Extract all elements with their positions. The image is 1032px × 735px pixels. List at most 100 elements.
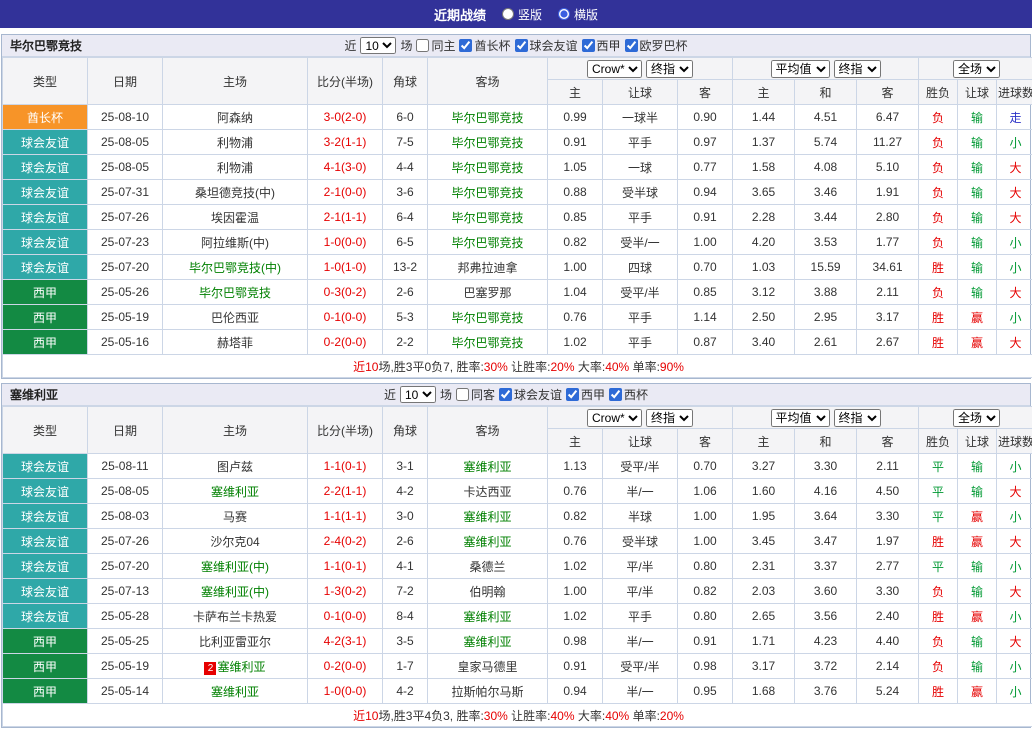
away-team[interactable]: 塞维利亚 [428, 604, 548, 629]
home-team-name[interactable]: 阿拉维斯(中) [201, 236, 269, 250]
competition-filter[interactable]: 欧罗巴杯 [625, 37, 688, 54]
home-team-name[interactable]: 毕尔巴鄂竞技 [199, 286, 271, 300]
match-count-select[interactable]: 10 [400, 386, 436, 403]
home-team[interactable]: 塞维利亚(中) [163, 554, 308, 579]
away-team[interactable]: 邦弗拉迪拿 [428, 255, 548, 280]
away-team-name[interactable]: 桑德兰 [469, 560, 505, 574]
home-team-name[interactable]: 利物浦 [217, 136, 253, 150]
match-score[interactable]: 4-2(3-1) [308, 629, 383, 654]
team-name[interactable]: 毕尔巴鄂竞技 [10, 37, 82, 54]
away-team-name[interactable]: 拉斯帕尔马斯 [451, 685, 523, 699]
away-team-name[interactable]: 毕尔巴鄂竞技 [451, 211, 523, 225]
away-team-name[interactable]: 毕尔巴鄂竞技 [451, 311, 523, 325]
match-score[interactable]: 2-1(0-0) [308, 180, 383, 205]
home-team-name[interactable]: 赫塔菲 [217, 336, 253, 350]
away-team[interactable]: 拉斯帕尔马斯 [428, 679, 548, 704]
away-team-name[interactable]: 毕尔巴鄂竞技 [451, 336, 523, 350]
home-team-name[interactable]: 塞维利亚(中) [201, 560, 269, 574]
away-team[interactable]: 毕尔巴鄂竞技 [428, 205, 548, 230]
away-team-name[interactable]: 塞维利亚 [463, 510, 511, 524]
competition-checkbox[interactable] [566, 388, 579, 401]
home-team-name[interactable]: 图卢兹 [217, 460, 253, 474]
same-venue-filter[interactable]: 同主 [416, 37, 455, 54]
home-team[interactable]: 毕尔巴鄂竞技(中) [163, 255, 308, 280]
home-team[interactable]: 赫塔菲 [163, 330, 308, 355]
match-score[interactable]: 0-1(0-0) [308, 604, 383, 629]
away-team-name[interactable]: 塞维利亚 [463, 635, 511, 649]
competition-checkbox[interactable] [582, 39, 595, 52]
average-select[interactable]: 平均值 [771, 60, 830, 78]
away-team[interactable]: 塞维利亚 [428, 454, 548, 479]
away-team[interactable]: 毕尔巴鄂竞技 [428, 330, 548, 355]
home-team-name[interactable]: 沙尔克04 [210, 535, 259, 549]
away-team[interactable]: 毕尔巴鄂竞技 [428, 155, 548, 180]
home-team[interactable]: 比利亚雷亚尔 [163, 629, 308, 654]
match-score[interactable]: 0-2(0-0) [308, 654, 383, 679]
away-team[interactable]: 桑德兰 [428, 554, 548, 579]
competition-filter[interactable]: 酋长杯 [459, 37, 510, 54]
away-team[interactable]: 塞维利亚 [428, 504, 548, 529]
home-team[interactable]: 塞维利亚 [163, 679, 308, 704]
home-team-name[interactable]: 塞维利亚 [217, 660, 265, 674]
vertical-layout-radio[interactable] [502, 8, 514, 20]
away-team[interactable]: 毕尔巴鄂竞技 [428, 130, 548, 155]
match-score[interactable]: 1-1(0-1) [308, 454, 383, 479]
competition-filter[interactable]: 球会友谊 [499, 386, 562, 403]
match-score[interactable]: 2-1(1-1) [308, 205, 383, 230]
home-team[interactable]: 利物浦 [163, 130, 308, 155]
final-index-select[interactable]: 终指 [834, 409, 881, 427]
competition-filter[interactable]: 西甲 [582, 37, 621, 54]
home-team[interactable]: 阿拉维斯(中) [163, 230, 308, 255]
home-team[interactable]: 毕尔巴鄂竞技 [163, 280, 308, 305]
match-score[interactable]: 1-3(0-2) [308, 579, 383, 604]
match-score[interactable]: 3-2(1-1) [308, 130, 383, 155]
home-team-name[interactable]: 阿森纳 [217, 111, 253, 125]
match-score[interactable]: 2-4(0-2) [308, 529, 383, 554]
layout-option-horizontal[interactable]: 横版 [558, 6, 598, 23]
home-team[interactable]: 桑坦德竞技(中) [163, 180, 308, 205]
home-team-name[interactable]: 塞维利亚 [211, 485, 259, 499]
same-venue-checkbox[interactable] [416, 39, 429, 52]
away-team-name[interactable]: 塞维利亚 [463, 535, 511, 549]
bookmaker-select[interactable]: Crow* [587, 60, 642, 78]
away-team[interactable]: 巴塞罗那 [428, 280, 548, 305]
home-team[interactable]: 利物浦 [163, 155, 308, 180]
average-select[interactable]: 平均值 [771, 409, 830, 427]
home-team[interactable]: 沙尔克04 [163, 529, 308, 554]
away-team-name[interactable]: 毕尔巴鄂竞技 [451, 111, 523, 125]
home-team-name[interactable]: 塞维利亚(中) [201, 585, 269, 599]
match-score[interactable]: 1-1(1-1) [308, 504, 383, 529]
away-team[interactable]: 卡达西亚 [428, 479, 548, 504]
match-score[interactable]: 0-3(0-2) [308, 280, 383, 305]
home-team-name[interactable]: 塞维利亚 [211, 685, 259, 699]
home-team[interactable]: 阿森纳 [163, 105, 308, 130]
scope-select[interactable]: 全场 [953, 409, 1000, 427]
away-team-name[interactable]: 毕尔巴鄂竞技 [451, 161, 523, 175]
away-team[interactable]: 皇家马德里 [428, 654, 548, 679]
horizontal-layout-radio[interactable] [558, 8, 570, 20]
home-team-name[interactable]: 利物浦 [217, 161, 253, 175]
away-team-name[interactable]: 塞维利亚 [463, 460, 511, 474]
match-score[interactable]: 0-2(0-0) [308, 330, 383, 355]
away-team-name[interactable]: 皇家马德里 [457, 660, 517, 674]
away-team-name[interactable]: 巴塞罗那 [463, 286, 511, 300]
match-score[interactable]: 2-2(1-1) [308, 479, 383, 504]
home-team-name[interactable]: 比利亚雷亚尔 [199, 635, 271, 649]
competition-checkbox[interactable] [459, 39, 472, 52]
home-team-name[interactable]: 埃因霍温 [211, 211, 259, 225]
home-team[interactable]: 埃因霍温 [163, 205, 308, 230]
home-team-name[interactable]: 毕尔巴鄂竞技(中) [189, 261, 281, 275]
team-name[interactable]: 塞维利亚 [10, 386, 58, 403]
away-team[interactable]: 毕尔巴鄂竞技 [428, 105, 548, 130]
competition-filter[interactable]: 西杯 [609, 386, 648, 403]
same-venue-checkbox[interactable] [456, 388, 469, 401]
home-team[interactable]: 马赛 [163, 504, 308, 529]
away-team-name[interactable]: 伯明翰 [469, 585, 505, 599]
bookmaker-select[interactable]: Crow* [587, 409, 642, 427]
away-team[interactable]: 毕尔巴鄂竞技 [428, 305, 548, 330]
home-team-name[interactable]: 巴伦西亚 [211, 311, 259, 325]
layout-option-vertical[interactable]: 竖版 [502, 6, 542, 23]
competition-checkbox[interactable] [609, 388, 622, 401]
home-team[interactable]: 巴伦西亚 [163, 305, 308, 330]
home-team-name[interactable]: 卡萨布兰卡热爱 [193, 610, 277, 624]
